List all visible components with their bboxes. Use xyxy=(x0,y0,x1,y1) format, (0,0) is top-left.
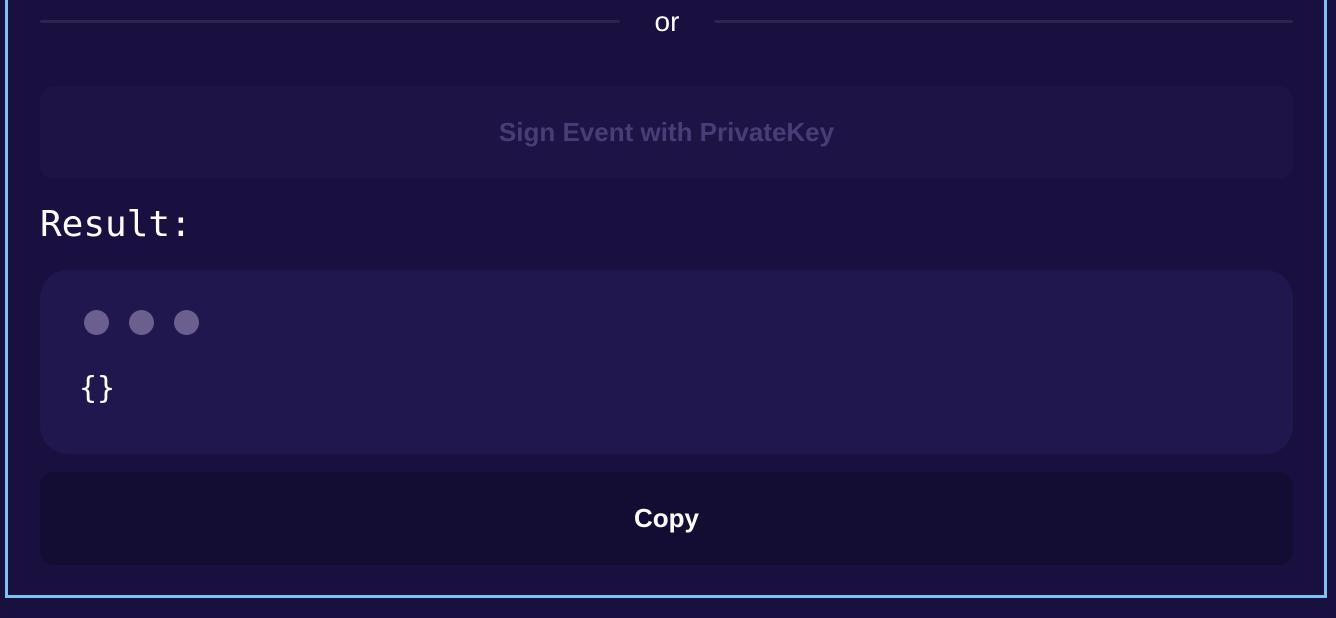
result-code-panel: {} xyxy=(40,270,1293,454)
divider-line-right xyxy=(714,20,1293,23)
sign-event-button[interactable]: Sign Event with PrivateKey xyxy=(40,86,1293,179)
result-label: Result: xyxy=(40,204,192,245)
copy-button[interactable]: Copy xyxy=(40,472,1293,565)
window-dot-icon xyxy=(174,310,199,335)
result-code[interactable]: {} xyxy=(79,369,115,409)
or-divider: or xyxy=(40,0,1293,44)
divider-text: or xyxy=(654,6,680,37)
divider-line-left xyxy=(40,20,620,23)
window-dot-icon xyxy=(84,310,109,335)
window-dot-icon xyxy=(129,310,154,335)
